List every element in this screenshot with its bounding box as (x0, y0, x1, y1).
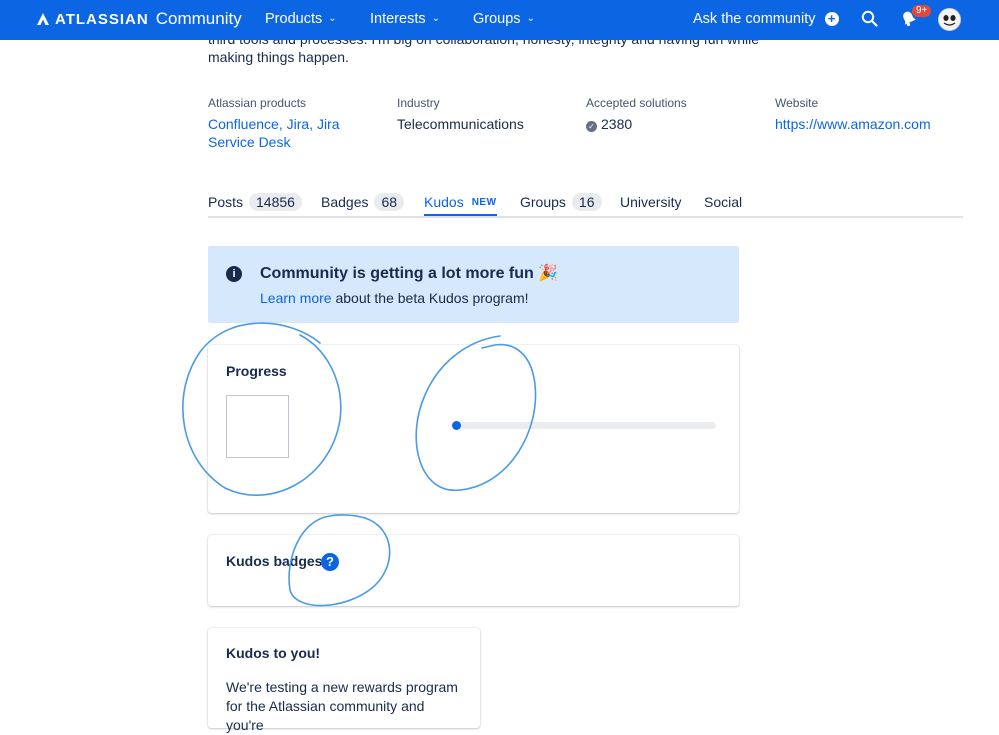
check-circle-icon: ✓ (586, 121, 597, 132)
tab-badges[interactable]: Badges 68 (321, 188, 405, 216)
search-icon[interactable] (861, 10, 878, 27)
solutions-value: ✓ 2380 (586, 115, 632, 133)
solutions-count: 2380 (601, 116, 633, 132)
brand-name: ATLASSIAN (55, 10, 149, 28)
kudos-badges-card: Kudos badges ? (208, 535, 739, 606)
tab-university-label: University (620, 194, 682, 210)
nav-interests[interactable]: Interests ⌄ (370, 11, 440, 27)
bio-line: making things happen. (208, 49, 349, 65)
industry-value: Telecommunications (397, 116, 524, 132)
avatar-face-icon (939, 9, 960, 30)
top-navigation-bar: ATLASSIAN Community Products ⌄ Interests… (0, 0, 999, 40)
tab-posts-label: Posts (208, 194, 244, 210)
kudos-to-you-card: Kudos to you! We're testing a new reward… (208, 628, 480, 733)
chevron-down-icon: ⌄ (431, 12, 440, 24)
tab-badges-count: 68 (374, 193, 405, 211)
tab-groups-count: 16 (571, 193, 602, 211)
atlassian-logo-icon (37, 13, 49, 25)
kudos-badges-title: Kudos badges (226, 553, 323, 569)
plus-circle-icon: + (824, 12, 839, 26)
website-label: Website (775, 96, 819, 110)
nav-groups[interactable]: Groups ⌄ (473, 11, 535, 27)
nav-products-label: Products (265, 11, 323, 27)
products-value-link[interactable]: Confluence, Jira, Jira Service Desk (208, 115, 388, 151)
kudos-info-banner: i Community is getting a lot more fun 🎉 … (208, 246, 739, 323)
nav-products[interactable]: Products ⌄ (265, 11, 337, 27)
tab-posts-count: 14856 (249, 193, 302, 211)
learn-more-link[interactable]: Learn more (260, 290, 332, 306)
tab-badges-label: Badges (321, 194, 369, 210)
products-label: Atlassian products (208, 96, 307, 110)
ask-community-button[interactable]: Ask the community + (693, 11, 839, 27)
tab-kudos[interactable]: Kudos NEW (424, 188, 497, 216)
banner-body-text: about the beta Kudos program! (331, 290, 529, 306)
kudos-to-you-text: We're testing a new rewards program for … (226, 679, 458, 733)
progress-card: Progress (208, 345, 739, 513)
user-avatar[interactable] (938, 8, 961, 31)
tab-social-label: Social (704, 194, 743, 210)
tab-kudos-label: Kudos (424, 194, 464, 210)
banner-body: Learn more about the beta Kudos program! (260, 290, 529, 306)
tab-social[interactable]: Social (704, 188, 742, 216)
ask-community-label: Ask the community (693, 11, 816, 27)
tab-posts[interactable]: Posts 14856 (208, 188, 302, 216)
nav-groups-label: Groups (473, 11, 521, 27)
banner-title: Community is getting a lot more fun 🎉 (260, 265, 559, 282)
industry-label: Industry (397, 96, 440, 110)
tab-groups[interactable]: Groups 16 (520, 188, 602, 216)
progress-title: Progress (226, 363, 287, 379)
brand-subtitle: Community (155, 9, 242, 28)
tab-groups-label: Groups (520, 194, 566, 210)
solutions-label: Accepted solutions (586, 96, 687, 110)
chevron-down-icon: ⌄ (328, 12, 337, 24)
info-icon: i (226, 266, 242, 282)
profile-tabs: Posts 14856 Badges 68 Kudos NEW Groups 1… (208, 188, 963, 218)
progress-bar-fill (452, 421, 461, 430)
nav-interests-label: Interests (370, 11, 426, 27)
atlassian-community-logo[interactable]: ATLASSIAN Community (36, 9, 242, 29)
new-badge: NEW (471, 196, 497, 208)
question-icon[interactable]: ? (321, 553, 339, 571)
kudos-to-you-title: Kudos to you! (226, 645, 321, 661)
progress-bar (452, 421, 716, 430)
website-link[interactable]: https://www.amazon.com (775, 115, 931, 133)
badge-image-placeholder (226, 395, 289, 458)
chevron-down-icon: ⌄ (526, 12, 535, 24)
tab-university[interactable]: University (620, 188, 681, 216)
notification-count-badge: 9+ (912, 5, 932, 17)
